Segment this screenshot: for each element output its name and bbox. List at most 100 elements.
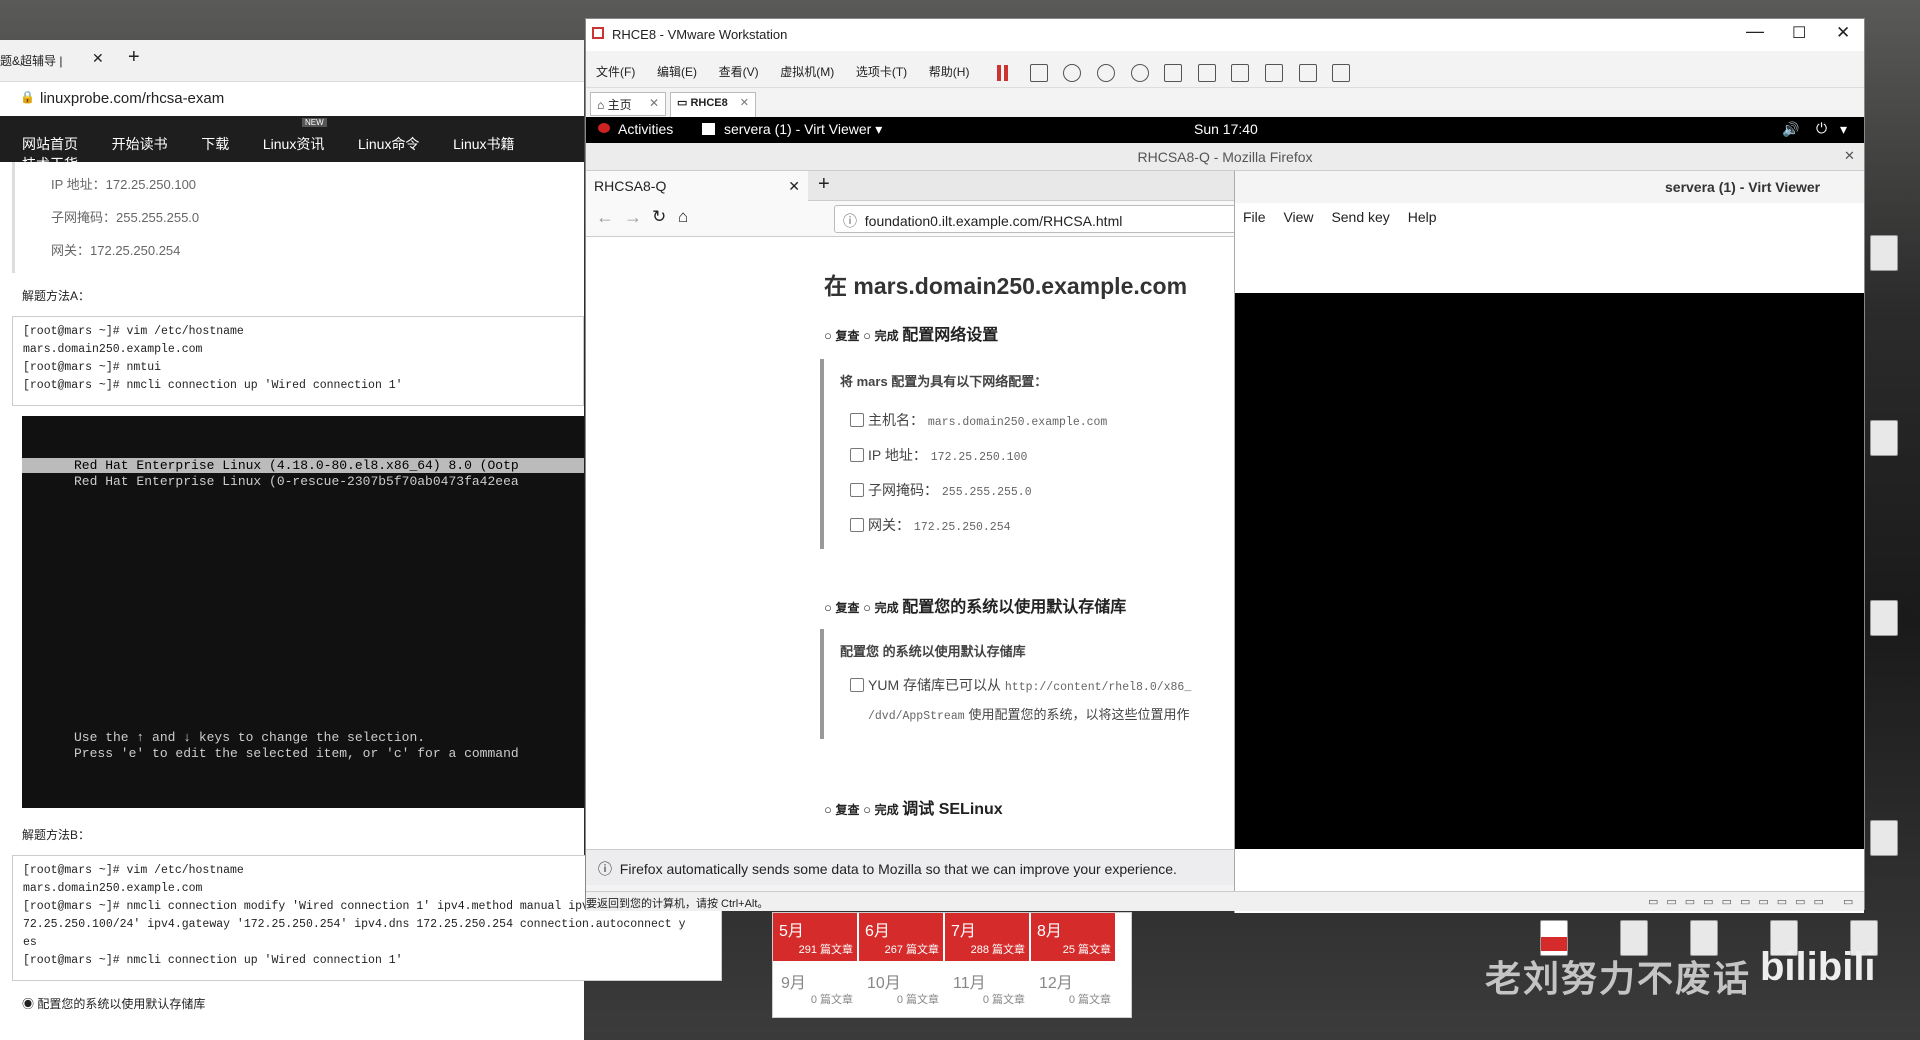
close-icon[interactable]: ✕ — [1836, 23, 1850, 43]
month-cell[interactable]: 9月 0 篇文章 — [773, 961, 859, 1009]
menu-item[interactable]: 查看(V) — [719, 63, 759, 80]
tab-home[interactable]: ⌂ 主页 ✕ — [590, 92, 666, 116]
section-header: ○ 复查 ○ 完成 配置您的系统以使用默认存储库 — [824, 599, 1127, 616]
menu-item[interactable]: Send key — [1331, 209, 1389, 225]
tab-rhce8[interactable]: ▭ RHCE8 ✕ — [670, 92, 756, 118]
unity-icon[interactable] — [1265, 63, 1284, 82]
home-icon: ⌂ — [597, 98, 605, 112]
device-icons[interactable]: ▭▭▭▭▭▭▭▭▭▭ ▭ — [1648, 895, 1861, 908]
back-icon[interactable]: ← — [596, 207, 614, 228]
close-tab-icon[interactable]: ✕ — [92, 50, 104, 67]
menu-item[interactable]: 编辑(E) — [657, 63, 697, 80]
vmware-statusbar: 要返回到您的计算机，请按 Ctrl+Alt。 ▭▭▭▭▭▭▭▭▭▭ ▭ — [586, 891, 1864, 911]
checklist-item[interactable]: IP 地址： 172.25.250.100 — [850, 439, 1234, 474]
menu-item[interactable]: 文件(F) — [596, 63, 635, 80]
radio-icon: ○ — [824, 328, 832, 343]
virt-viewer-menubar: File View Send key Help — [1235, 203, 1864, 231]
done-label[interactable]: 完成 — [875, 329, 899, 343]
close-icon[interactable]: ✕ — [1844, 148, 1855, 164]
nav-item[interactable]: Linux命令 — [358, 134, 419, 154]
console-icon[interactable] — [1298, 63, 1317, 82]
close-tab-icon: ✕ — [648, 96, 659, 110]
status-text: 要返回到您的计算机，请按 Ctrl+Alt。 — [586, 898, 769, 910]
new-tab-icon[interactable]: + — [818, 173, 830, 196]
firefox-tab[interactable]: RHCSA8-Q ✕ — [586, 171, 808, 201]
volume-icon[interactable]: 🔊 — [1782, 121, 1799, 138]
sidebar-toggle-icon[interactable] — [1164, 63, 1183, 82]
power-icon[interactable]: ⏻ — [1816, 120, 1827, 137]
radio-icon: ○ — [824, 600, 832, 615]
done-label[interactable]: 完成 — [875, 601, 899, 615]
home-icon[interactable]: ⌂ — [678, 207, 688, 227]
menu-item[interactable]: 虚拟机(M) — [780, 63, 834, 80]
left-browser-addressbar: 🔒 linuxprobe.com/rhcsa-exam — [0, 82, 584, 116]
month-cell[interactable]: 12月 0 篇文章 — [1031, 961, 1117, 1009]
desktop-file-icon[interactable] — [1870, 420, 1898, 456]
checklist-item[interactable]: 子网掩码： 255.255.255.0 — [850, 474, 1234, 509]
code-block-a: [root@mars ~]# vim /etc/hostname mars.dom… — [12, 316, 584, 406]
menu-item[interactable]: File — [1243, 209, 1266, 225]
nav-item[interactable]: Linux书籍 — [453, 134, 514, 154]
reload-icon[interactable]: ↻ — [652, 207, 666, 227]
send-ctrl-alt-del-icon[interactable] — [1029, 63, 1048, 82]
left-browser-window: 题&超辅导 | ✕ + 🔒 linuxprobe.com/rhcsa-exam … — [0, 40, 722, 1040]
browser-tab-title[interactable]: 题&超辅导 | — [0, 52, 62, 69]
virt-viewer-display[interactable] — [1235, 293, 1864, 849]
check-circle-icon: ◉ — [22, 997, 35, 1011]
month-cell[interactable]: 8月 25 篇文章 — [1031, 913, 1117, 961]
menu-item[interactable]: 选项卡(T) — [856, 63, 907, 80]
checklist-item[interactable]: 网关： 172.25.250.254 — [850, 509, 1234, 544]
menu-item[interactable]: Help — [1408, 209, 1437, 225]
checkbox — [850, 448, 864, 462]
watermark-text: 老刘努力不废话 — [1485, 958, 1752, 999]
minimize-icon[interactable]: — — [1746, 21, 1764, 42]
gnome-topbar: Activities servera (1) - Virt Viewer ▾ S… — [586, 117, 1864, 143]
checkbox — [850, 518, 864, 532]
chevron-down-icon[interactable]: ▾ — [1840, 121, 1847, 138]
checklist-item[interactable]: 主机名： mars.domain250.example.com — [850, 404, 1234, 439]
menu-item[interactable]: 帮助(H) — [929, 63, 970, 80]
forward-icon[interactable]: → — [624, 207, 642, 228]
desktop-file-icon[interactable] — [1870, 600, 1898, 636]
fullscreen-icon[interactable] — [1231, 63, 1250, 82]
stretch-icon[interactable] — [1332, 63, 1351, 82]
revert-snapshot-icon[interactable] — [1096, 63, 1115, 82]
nav-item[interactable]: Linux资讯 — [263, 134, 324, 154]
review-label[interactable]: 复查 — [835, 329, 859, 343]
checklist: 主机名： mars.domain250.example.com IP 地址： 1… — [850, 404, 1234, 544]
review-label[interactable]: 复查 — [835, 803, 859, 817]
virt-viewer-window: servera (1) - Virt Viewer File View Send… — [1234, 171, 1864, 913]
done-label[interactable]: 完成 — [875, 803, 899, 817]
thumbnail-icon[interactable] — [1197, 63, 1216, 82]
clock[interactable]: Sun 17:40 — [1194, 121, 1258, 137]
vm-console[interactable]: Activities servera (1) - Virt Viewer ▾ S… — [586, 117, 1864, 913]
pause-icon[interactable] — [997, 64, 1002, 81]
desktop-file-icon[interactable] — [1870, 820, 1898, 856]
month-cell[interactable]: 11月 0 篇文章 — [945, 961, 1031, 1009]
section-block: 将 mars 配置为具有以下网络配置： 主机名： mars.domain250.… — [820, 359, 1234, 549]
checklist-item[interactable]: YUM 存储库已可以从 http://content/rhel8.0/x86_ — [850, 672, 1234, 701]
desktop-file-icon[interactable] — [1870, 235, 1898, 271]
site-nav: 网站首页 开始读书 下载 Linux资讯 Linux命令 Linux书籍 技术干… — [0, 116, 584, 172]
maximize-icon[interactable]: ☐ — [1792, 23, 1806, 43]
activities-button[interactable]: Activities — [618, 121, 673, 137]
month-cell[interactable]: 6月 267 篇文章 — [859, 913, 945, 961]
app-menu[interactable]: servera (1) - Virt Viewer ▾ — [724, 121, 882, 138]
month-cell[interactable]: 7月 288 篇文章 — [945, 913, 1031, 961]
snapshot-manager-icon[interactable] — [1130, 63, 1149, 82]
url-input[interactable]: ⓘ foundation0.ilt.example.com/RHCSA.html — [834, 205, 1254, 233]
snapshot-icon[interactable] — [1063, 63, 1082, 82]
month-cell[interactable]: 10月 0 篇文章 — [859, 961, 945, 1009]
grub-screenshot: Red Hat Enterprise Linux (4.18.0-80.el8.… — [22, 416, 584, 808]
review-label[interactable]: 复查 — [835, 601, 859, 615]
vmware-window: RHCE8 - VMware Workstation — ☐ ✕ 文件(F) 编… — [585, 18, 1865, 913]
nav-item[interactable]: 下载 — [201, 134, 229, 154]
nav-item[interactable]: 技术干货 — [22, 154, 78, 174]
nav-item[interactable]: 网站首页 — [22, 134, 78, 154]
url-input[interactable]: linuxprobe.com/rhcsa-exam — [40, 90, 224, 107]
month-cell[interactable]: 5月 291 篇文章 — [773, 913, 859, 961]
new-tab-icon[interactable]: + — [128, 46, 140, 69]
nav-item[interactable]: 开始读书 — [112, 134, 168, 154]
menu-item[interactable]: View — [1283, 209, 1313, 225]
window-title: RHCE8 - VMware Workstation — [612, 27, 788, 42]
